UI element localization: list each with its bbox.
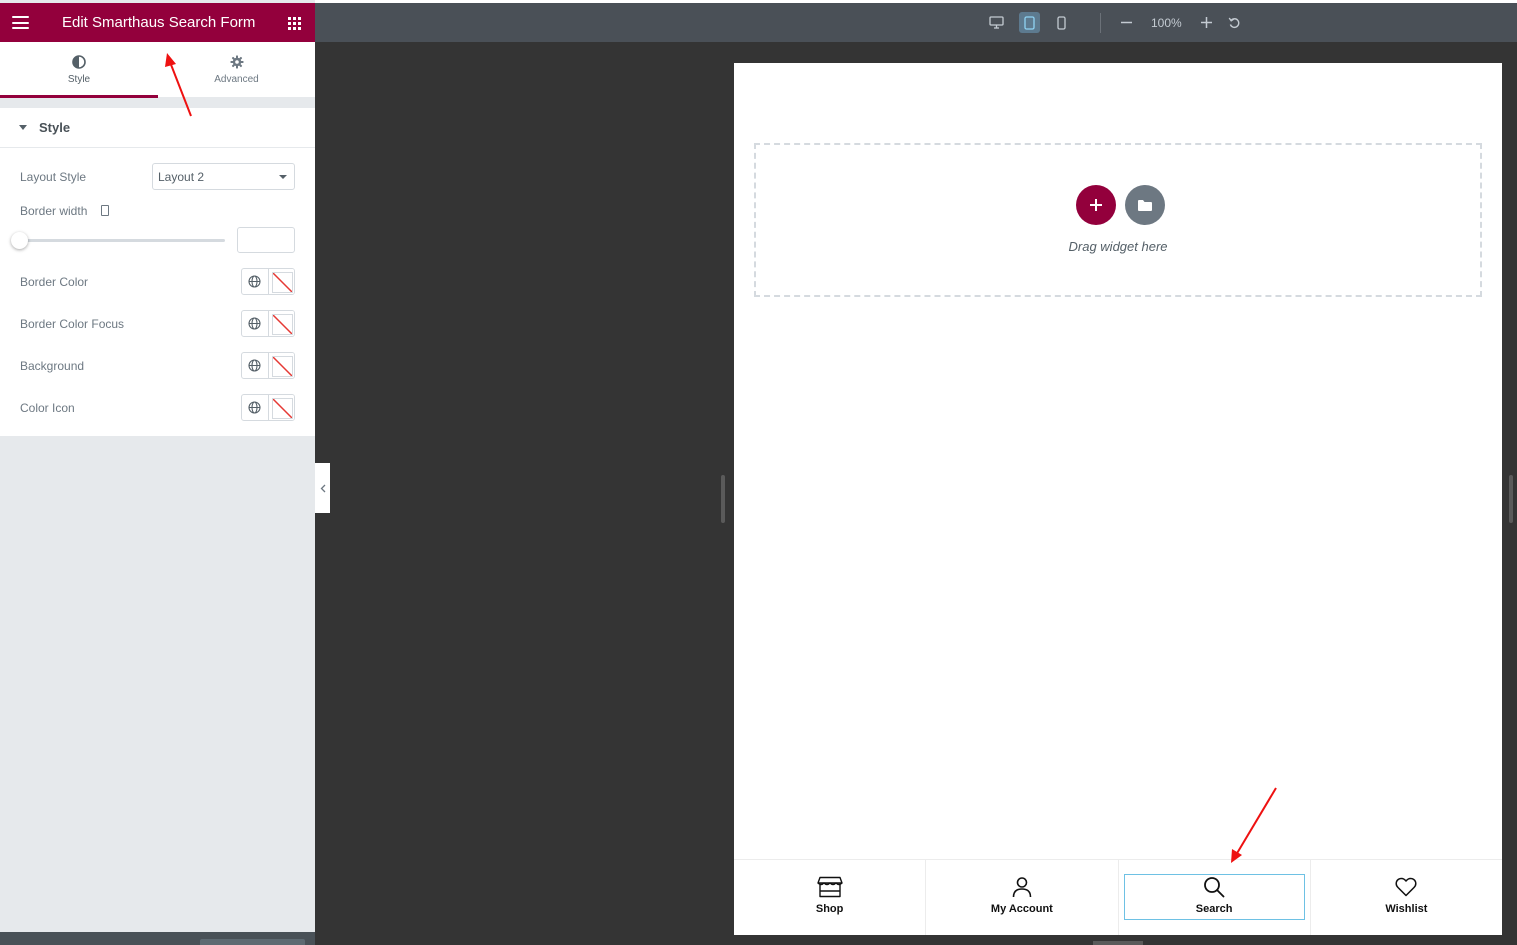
panel-tabs: Style Advanced: [0, 42, 315, 98]
layout-style-label: Layout Style: [20, 170, 87, 184]
background-label: Background: [20, 359, 85, 373]
resize-handle-right[interactable]: [1509, 475, 1513, 523]
globe-icon: [248, 275, 261, 288]
tablet-icon: [1024, 15, 1035, 30]
canvas-bottom-handle: [1093, 941, 1143, 945]
global-colors-button[interactable]: [242, 353, 269, 378]
panel-collapse-button[interactable]: [315, 463, 330, 513]
selected-widget-outline: [1123, 874, 1305, 920]
desktop-device-button[interactable]: [986, 12, 1007, 33]
plus-icon: [1090, 199, 1102, 211]
mobile-device-button[interactable]: [1051, 12, 1072, 33]
nav-label-my-account: My Account: [990, 903, 1053, 915]
global-colors-button[interactable]: [242, 311, 269, 336]
resize-handle-left[interactable]: [721, 475, 725, 523]
gear-icon: [230, 55, 243, 68]
style-section-toggle[interactable]: Style: [0, 108, 315, 148]
nav-label-wishlist: Wishlist: [1385, 903, 1428, 915]
drag-widget-hint: Drag widget here: [1068, 239, 1168, 254]
folder-icon: [1138, 199, 1152, 211]
color-icon-control: [241, 394, 295, 421]
border-width-input[interactable]: [237, 227, 295, 253]
section-title: Style: [39, 120, 71, 135]
panel-header: Edit Smarthaus Search Form: [0, 3, 315, 42]
nav-item-wishlist[interactable]: Wishlist: [1309, 860, 1502, 935]
layout-style-value: Layout 2: [158, 170, 205, 184]
mobile-bottom-nav: Shop My Account Search Wishlist: [734, 859, 1502, 935]
shop-icon: [816, 876, 843, 898]
border-width-slider[interactable]: [20, 239, 225, 242]
add-section-button[interactable]: [1076, 185, 1116, 225]
layout-style-select[interactable]: Layout 2: [152, 163, 295, 190]
color-icon-label: Color Icon: [20, 401, 75, 415]
tab-style[interactable]: Style: [0, 42, 158, 98]
caret-down-icon: [19, 125, 27, 130]
nav-item-shop[interactable]: Shop: [734, 860, 925, 935]
globe-icon: [248, 317, 261, 330]
responsive-toolbar: 100%: [315, 3, 1517, 42]
reset-zoom-button[interactable]: [1224, 12, 1245, 33]
plus-icon: [1201, 17, 1212, 28]
widget-drop-zone[interactable]: Drag widget here: [754, 143, 1482, 297]
widgets-grid-icon[interactable]: [288, 17, 301, 30]
user-icon: [1012, 877, 1032, 898]
tablet-icon[interactable]: [101, 205, 109, 216]
tab-advanced-label: Advanced: [214, 73, 259, 85]
page-preview: Drag widget here Shop My Account Search …: [734, 63, 1502, 935]
global-colors-button[interactable]: [242, 395, 269, 420]
border-color-focus-label: Border Color Focus: [20, 317, 125, 331]
globe-icon: [248, 401, 261, 414]
editor-panel: Edit Smarthaus Search Form Style Advance…: [0, 0, 315, 945]
panel-title: Edit Smarthaus Search Form: [62, 14, 256, 31]
zoom-level: 100%: [1151, 16, 1182, 30]
tab-style-label: Style: [67, 74, 91, 85]
zoom-out-button[interactable]: [1116, 12, 1137, 33]
heart-icon: [1395, 877, 1417, 897]
menu-icon[interactable]: [12, 16, 29, 29]
nav-label-shop: Shop: [815, 903, 844, 915]
border-color-label: Border Color: [20, 275, 89, 289]
border-width-label: Border width: [20, 204, 88, 218]
zoom-in-button[interactable]: [1196, 12, 1217, 33]
border-color-swatch[interactable]: [268, 269, 294, 294]
tab-advanced[interactable]: Advanced: [158, 42, 315, 98]
global-colors-button[interactable]: [242, 269, 269, 294]
reset-icon: [1228, 17, 1240, 29]
chevron-down-icon: [279, 175, 287, 179]
desktop-icon: [989, 16, 1004, 29]
border-color-control: [241, 268, 295, 295]
style-section: Style Layout Style Layout 2 Border width…: [0, 108, 315, 436]
color-icon-swatch[interactable]: [268, 395, 294, 420]
update-button[interactable]: [200, 939, 305, 945]
chevron-left-icon: [320, 484, 325, 492]
border-color-focus-control: [241, 310, 295, 337]
nav-item-search[interactable]: Search: [1117, 860, 1310, 935]
globe-icon: [248, 359, 261, 372]
contrast-icon: [72, 55, 86, 69]
nav-item-my-account[interactable]: My Account: [925, 860, 1117, 935]
toolbar-divider: [1100, 13, 1101, 33]
mobile-icon: [1057, 15, 1066, 30]
tablet-device-button[interactable]: [1019, 12, 1040, 33]
border-width-slider-handle[interactable]: [11, 232, 28, 249]
background-control: [241, 352, 295, 379]
minus-icon: [1121, 21, 1132, 24]
add-template-button[interactable]: [1125, 185, 1165, 225]
border-color-focus-swatch[interactable]: [268, 311, 294, 336]
background-swatch[interactable]: [268, 353, 294, 378]
